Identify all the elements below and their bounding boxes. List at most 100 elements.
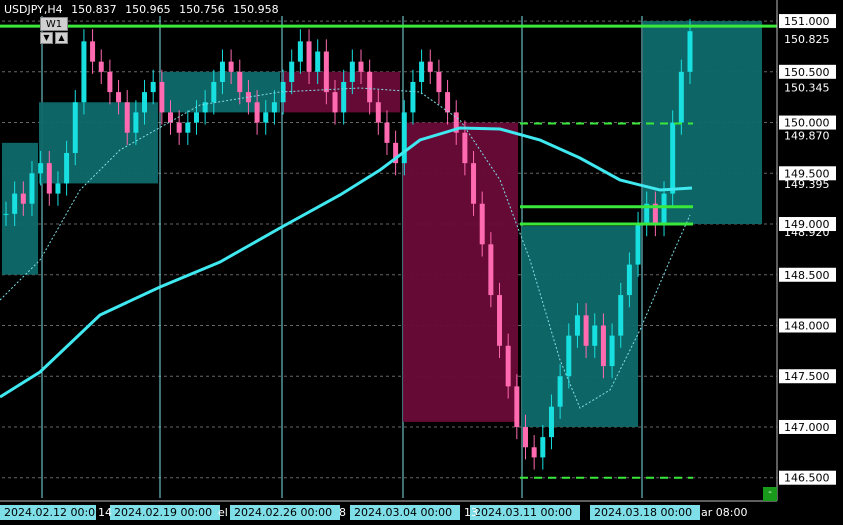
candle-body (12, 193, 18, 214)
price-tick-label: 147.500 (784, 370, 830, 383)
candle-body (445, 92, 451, 113)
candle-body (237, 71, 243, 93)
candle-body (142, 92, 148, 113)
candle-body (531, 447, 537, 458)
candle-body (462, 132, 468, 164)
high-value: 150.965 (125, 3, 171, 16)
candle-body (254, 102, 260, 123)
symbol-label: USDJPY,H4 (4, 3, 63, 16)
time-tick-label: 2024.02.19 00:00 (114, 506, 212, 519)
candle-body (635, 224, 641, 265)
candle-body (557, 376, 563, 407)
candle-body (263, 112, 269, 123)
price-tick-label: 150.500 (784, 66, 830, 79)
candle-body (479, 203, 485, 245)
candle-body (626, 264, 632, 296)
candle-body (306, 41, 312, 72)
bull-zone (643, 21, 762, 225)
time-tick-label: 2024.02.26 00:00 (234, 506, 332, 519)
candle-body (410, 81, 416, 113)
price-tick-label: 150.825 (784, 33, 830, 46)
candle-body (349, 61, 355, 82)
candle-body (618, 295, 624, 336)
candle-body (289, 61, 295, 82)
bear-zone (282, 71, 400, 113)
candle-body (678, 71, 684, 123)
candle-body (505, 345, 511, 387)
candle-body (670, 122, 676, 194)
bull-zone (39, 102, 158, 184)
low-value: 150.756 (179, 3, 225, 16)
candle-body (600, 325, 606, 367)
open-value: 150.837 (71, 3, 117, 16)
candle-body (419, 61, 425, 82)
price-tick-label: 150.345 (784, 82, 830, 95)
candle-body (219, 61, 225, 82)
candle-body (566, 335, 572, 377)
price-tick-label: 146.500 (784, 472, 830, 485)
bear-zone (403, 122, 518, 422)
candle-body (367, 71, 373, 103)
time-tick-label: 2024.03.18 00:00 (594, 506, 692, 519)
timeframe-up-icon[interactable]: ▲ (55, 32, 68, 44)
candle-body (522, 426, 528, 448)
candle-body (592, 325, 598, 346)
candle-body (64, 152, 70, 184)
timeframe-label[interactable]: W1 (40, 17, 68, 31)
candle-body (271, 102, 277, 113)
price-tick-label: 147.000 (784, 421, 830, 434)
timeframe-switcher[interactable]: W1 ▼ ▲ (40, 17, 68, 47)
candle-body (687, 31, 693, 72)
candle-body (107, 71, 113, 93)
price-tick-label: 148.500 (784, 269, 830, 282)
candle-body (90, 41, 96, 62)
time-tick-partial: 13 (464, 506, 478, 519)
price-chart[interactable]: 151.000 150.825 150.500 150.345 150.000149.8… (0, 0, 843, 525)
candle-body (176, 122, 182, 133)
candle-body (574, 315, 580, 336)
price-tick-label: 148.920 (784, 226, 830, 239)
chart-header: USDJPY,H4 150.837 150.965 150.756 150.95… (4, 3, 284, 16)
candle-body (427, 61, 433, 72)
time-tick-label: 2024.03.11 00:00 (474, 506, 572, 519)
candle-body (133, 112, 139, 133)
candle-body (193, 112, 199, 123)
price-tick-label: 150.000 (784, 117, 830, 130)
candle-body (46, 163, 52, 194)
candle-body (124, 102, 130, 133)
candle-body (55, 183, 61, 194)
candle-body (497, 295, 503, 346)
candle-body (471, 163, 477, 204)
candle-body (332, 92, 338, 113)
candle-body (514, 386, 520, 427)
time-tick-label: 2024.02.12 00:05 (4, 506, 102, 519)
close-value: 150.958 (233, 3, 279, 16)
price-tick-label: 149.870 (784, 130, 830, 143)
candle-body (540, 437, 546, 458)
candle-body (358, 61, 364, 72)
candle-body (297, 41, 303, 62)
price-tick-label: 149.395 (784, 178, 830, 191)
candle-body (384, 122, 390, 143)
time-tick-label: 2024.03.04 00:00 (354, 506, 452, 519)
candle-body (436, 71, 442, 93)
candle-body (211, 81, 217, 103)
timeframe-down-icon[interactable]: ▼ (40, 32, 53, 44)
price-tick-label: 148.000 (784, 319, 830, 332)
candle-body (116, 92, 122, 103)
candle-body (315, 51, 321, 72)
candle-body (159, 81, 165, 113)
candle-body (661, 193, 667, 225)
candle-body (185, 122, 191, 133)
candle-body (583, 315, 589, 346)
candle-body (81, 41, 87, 103)
candle-body (323, 51, 329, 93)
candle-body (20, 193, 26, 204)
collapse-button[interactable]: - (763, 487, 777, 501)
candle-body (548, 406, 554, 438)
time-tick-partial: 14 (98, 506, 112, 519)
candle-body (3, 213, 9, 215)
candle-body (150, 81, 156, 93)
candle-body (375, 102, 381, 123)
bull-zone (2, 142, 38, 275)
